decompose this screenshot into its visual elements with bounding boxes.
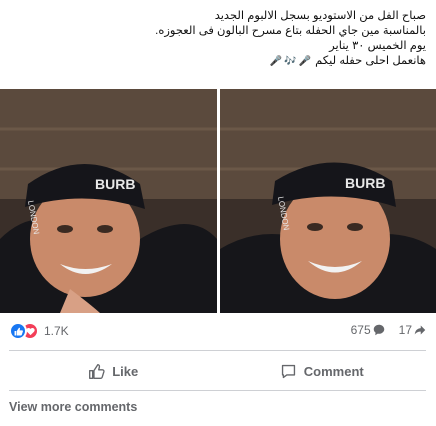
reaction-count: 1.7K — [44, 324, 69, 338]
like-reaction-icon — [9, 322, 27, 340]
comment-button[interactable]: Comment — [218, 356, 427, 386]
like-button-label: Like — [112, 363, 139, 379]
photo-left-image: BURB LONDON — [0, 89, 217, 313]
reactions-summary[interactable]: 1.7K — [9, 322, 69, 340]
post-line-2: بالمناسبة مين جاي الحفله بتاع مسرح البال… — [155, 25, 426, 37]
cap-text-left: BURB — [95, 176, 135, 192]
comment-icon — [281, 364, 295, 378]
photo-right[interactable]: BURB LONDON — [220, 89, 436, 313]
post-line-3: يوم الخميس ٣٠ يناير — [329, 40, 426, 52]
divider-top — [9, 350, 426, 351]
post-line-4-text: هانعمل احلى حفله ليكم — [315, 55, 426, 67]
comments-count[interactable]: 675 — [351, 323, 371, 337]
microphone-icon: 🎤 — [269, 56, 283, 67]
post-line-1: صباح الفل من الاستوديو بسجل الالبوم الجد… — [214, 10, 426, 22]
microphone-icon: 🎤 — [298, 56, 311, 67]
music-notes-icon: 🎶 — [284, 56, 297, 67]
view-more-comments-link[interactable]: View more comments — [9, 400, 137, 414]
divider-bottom — [9, 390, 426, 391]
post-stats: 1.7K 675 17 — [9, 322, 426, 342]
photo-right-image: BURB LONDON — [220, 89, 436, 313]
cap-text-right: BURB — [345, 175, 385, 191]
comment-button-label: Comment — [303, 363, 364, 379]
shares-count[interactable]: 17 — [399, 323, 412, 337]
thumbs-up-icon — [89, 363, 105, 379]
comment-bubble-icon — [373, 324, 384, 336]
post-line-4: هانعمل احلى حفله ليكم 🎤🎶🎤 — [10, 54, 426, 69]
like-button[interactable]: Like — [9, 356, 218, 386]
action-bar: Like Comment — [9, 356, 426, 386]
photo-left[interactable]: BURB LONDON — [0, 89, 217, 313]
post-text: صباح الفل من الاستوديو بسجل الالبوم الجد… — [10, 9, 426, 69]
share-arrow-icon — [414, 325, 426, 335]
photo-grid: BURB LONDON BURB LONDON — [0, 89, 436, 313]
engagement-counts: 675 17 — [351, 323, 426, 337]
